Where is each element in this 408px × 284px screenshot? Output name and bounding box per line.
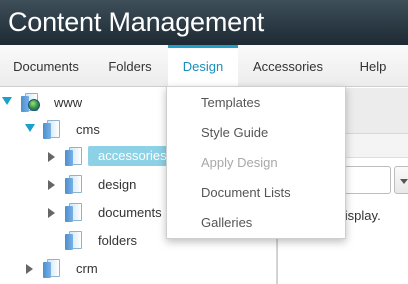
design-dropdown-menu: Templates Style Guide Apply Design Docum… <box>166 86 346 239</box>
site-folder-icon <box>20 92 40 112</box>
tree-label: documents <box>98 205 162 220</box>
nav-folders[interactable]: Folders <box>92 45 168 87</box>
folder-icon <box>64 230 84 250</box>
nav-accessories[interactable]: Accessories <box>238 45 338 87</box>
collapsed-icon[interactable] <box>26 264 33 274</box>
main-nav: Documents Folders Design Accessories Hel… <box>0 45 408 87</box>
tree-label: cms <box>76 122 100 137</box>
app-header: Content Management <box>0 0 408 45</box>
globe-icon <box>28 99 40 111</box>
folder-icon <box>64 202 84 222</box>
collapsed-icon[interactable] <box>48 208 55 218</box>
nav-help[interactable]: Help <box>338 45 408 87</box>
menu-item-galleries[interactable]: Galleries <box>201 214 252 232</box>
collapsed-icon[interactable] <box>48 152 55 162</box>
nav-documents[interactable]: Documents <box>0 45 92 87</box>
expanded-icon[interactable] <box>25 124 35 132</box>
menu-item-document-lists[interactable]: Document Lists <box>201 184 291 202</box>
tree-label: design <box>98 177 137 192</box>
folder-icon <box>64 174 84 194</box>
tree-label: crm <box>76 261 98 276</box>
tree-node-crm[interactable]: crm <box>0 256 276 282</box>
filter-dropdown-button[interactable] <box>394 166 408 194</box>
folder-icon <box>42 258 62 278</box>
menu-item-templates[interactable]: Templates <box>201 94 260 112</box>
folder-icon <box>42 119 62 139</box>
menu-item-style-guide[interactable]: Style Guide <box>201 124 268 142</box>
expanded-icon[interactable] <box>2 97 12 105</box>
app-title: Content Management <box>8 7 265 37</box>
tree-label-selected: accessories <box>88 146 177 166</box>
collapsed-icon[interactable] <box>48 180 55 190</box>
nav-design[interactable]: Design <box>168 45 238 87</box>
chevron-down-icon <box>400 179 408 184</box>
tree-label: www <box>54 95 83 110</box>
folder-icon <box>64 146 84 166</box>
menu-item-apply-design: Apply Design <box>201 155 278 170</box>
tree-label: folders <box>98 233 138 248</box>
